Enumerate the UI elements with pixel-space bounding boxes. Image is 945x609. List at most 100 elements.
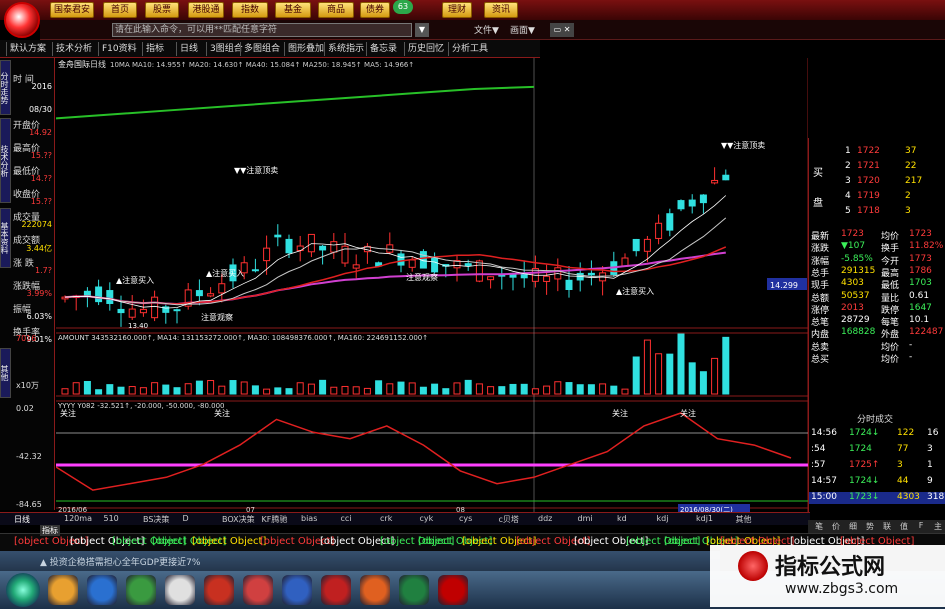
- file-menu[interactable]: 文件▼: [474, 23, 499, 36]
- trades-title[interactable]: 分时成交: [857, 412, 893, 425]
- indicator-tab[interactable]: D: [183, 514, 189, 523]
- bid-row[interactable]: 3 1720 217: [809, 176, 945, 188]
- taskbar-app-icon[interactable]: [165, 575, 195, 605]
- indicator-tab[interactable]: 其他: [736, 514, 752, 525]
- side-tab-0[interactable]: 分时走势: [0, 60, 11, 115]
- menu-item-4[interactable]: 指数: [232, 2, 268, 18]
- indicator-tab[interactable]: cyk: [420, 514, 434, 523]
- bid-row[interactable]: 2 1721 22: [809, 161, 945, 173]
- toolbar-item-1[interactable]: 技术分析: [52, 42, 95, 56]
- indicator-tab-selected[interactable]: 指标: [40, 525, 60, 536]
- view-menu[interactable]: 画面▼: [510, 23, 535, 36]
- bid-price: 1722: [857, 146, 880, 156]
- indicator-tab[interactable]: KF腾驰: [262, 514, 288, 525]
- side-value: 1.7?: [35, 266, 52, 275]
- toolbar-item-0[interactable]: 默认方案: [6, 42, 49, 56]
- volume-unit-label: x10万: [16, 381, 39, 390]
- news-text[interactable]: ▲ 投资企稳搭需担心全年GDP更接近7%: [40, 555, 200, 568]
- right-tab[interactable]: 主: [931, 521, 945, 532]
- toolbar-item-11[interactable]: 分析工具: [448, 42, 491, 56]
- menu-item-9[interactable]: 资讯: [484, 2, 518, 18]
- taskbar-app-icon[interactable]: [126, 575, 156, 605]
- menu-item-2[interactable]: 股票: [145, 2, 179, 18]
- stat-value: 28729: [841, 315, 870, 326]
- taskbar-app-icon[interactable]: [48, 575, 78, 605]
- menu-item-0[interactable]: 国泰君安: [50, 2, 94, 18]
- indicator-tab[interactable]: BS决策: [143, 514, 169, 525]
- quote-side-panel: 分时走势 技术分析 基本资料 其他时 间 2016 08/30 开盘价 14.92 最高价 15.…: [0, 58, 55, 510]
- right-tab[interactable]: 联: [880, 521, 894, 532]
- app-logo-icon[interactable]: [4, 2, 40, 38]
- stat-value: 1723: [841, 229, 864, 239]
- toolbar-item-7[interactable]: 图形叠加: [284, 42, 327, 56]
- toolbar-item-3[interactable]: 指标: [142, 42, 167, 56]
- volume-bar: [397, 381, 405, 395]
- taskbar-app-icon[interactable]: [87, 575, 117, 605]
- menu-item-3[interactable]: 港股通: [188, 2, 224, 18]
- indicator-tab[interactable]: crk: [380, 514, 392, 523]
- side-tab-1[interactable]: 技术分析: [0, 118, 11, 203]
- indicator-tab[interactable]: cci: [341, 514, 352, 523]
- taskbar-app-icon[interactable]: [204, 575, 234, 605]
- volume-bar: [722, 336, 730, 395]
- right-tab[interactable]: F: [914, 521, 928, 530]
- menu-item-5[interactable]: 基金: [275, 2, 311, 18]
- indicator-tab[interactable]: cys: [459, 514, 472, 523]
- toolbar-item-8[interactable]: 系统指示: [324, 42, 367, 56]
- side-tab-3[interactable]: 其他: [0, 348, 11, 398]
- toolbar-item-6[interactable]: 多图组合: [240, 42, 283, 56]
- toolbar-item-10[interactable]: 历史回忆: [404, 42, 447, 56]
- trade-price: 1724: [849, 444, 872, 454]
- volume-bar: [139, 387, 147, 395]
- candle-body: [666, 213, 674, 231]
- indicator-tab[interactable]: 日线: [14, 514, 30, 525]
- indicator-tab[interactable]: c贝塔: [499, 514, 519, 525]
- side-tab-2[interactable]: 基本资料: [0, 208, 11, 268]
- taskbar-app-icon[interactable]: [360, 575, 390, 605]
- volume-bar: [711, 357, 719, 395]
- toolbar-item-9[interactable]: 备忘录: [366, 42, 400, 56]
- stat-value: 2013: [841, 302, 864, 313]
- stat-key: 总笔: [811, 318, 830, 329]
- right-tab[interactable]: 价: [829, 521, 843, 532]
- indicator-tab[interactable]: ddz: [538, 514, 552, 523]
- bid-row[interactable]: 4 1719 2: [809, 191, 945, 203]
- bid-row[interactable]: 1 1722 37: [809, 146, 945, 158]
- menu-item-7[interactable]: 债券: [360, 2, 390, 18]
- taskbar-app-icon[interactable]: [321, 575, 351, 605]
- indicator-tab[interactable]: bias: [301, 514, 317, 523]
- toolbar-item-4[interactable]: 日线: [176, 42, 201, 56]
- chevron-down-icon[interactable]: ▼: [415, 23, 429, 37]
- indicator-tabs: 日线 120ma 510 BS决策 D BOX决策 KF腾驰 bias cci crk cyk cys…: [0, 512, 810, 525]
- notification-badge[interactable]: 63: [393, 0, 413, 14]
- indicator-tab[interactable]: kdj: [657, 514, 669, 523]
- indicator-tab[interactable]: 120ma: [64, 514, 92, 523]
- indicator-tab[interactable]: 510: [104, 514, 119, 523]
- right-tab[interactable]: 势: [863, 521, 877, 532]
- start-button-icon[interactable]: [6, 573, 40, 607]
- command-input[interactable]: 请在此输入命令，可以用**匹配任意字符: [112, 23, 412, 37]
- taskbar-app-icon[interactable]: [438, 575, 468, 605]
- indicator-tab[interactable]: BOX决策: [222, 514, 255, 525]
- taskbar-app-icon[interactable]: [399, 575, 429, 605]
- indicator-tab[interactable]: kdj1: [696, 514, 713, 523]
- menu-item-6[interactable]: 商品: [318, 2, 354, 18]
- top-menu-bar: [0, 0, 945, 20]
- window-controls[interactable]: ▭ ✕: [550, 23, 574, 37]
- indicator-tab[interactable]: kd: [617, 514, 627, 523]
- right-tab[interactable]: 值: [897, 521, 911, 532]
- menu-item-8[interactable]: 理财: [442, 2, 472, 18]
- right-tab[interactable]: 细: [846, 521, 860, 532]
- toolbar-item-2[interactable]: F10资料: [98, 42, 140, 56]
- indicator-tab[interactable]: dmi: [578, 514, 593, 523]
- stock-chart[interactable]: 金舟国际 日线 10MA MA10: 14.955↑ MA20: 14.630↑ M…: [56, 58, 808, 513]
- menu-item-1[interactable]: 首页: [103, 2, 137, 18]
- taskbar-app-icon[interactable]: [243, 575, 273, 605]
- right-tab[interactable]: 笔: [812, 521, 826, 532]
- candle-body: [655, 222, 663, 239]
- volume-bar: [72, 382, 80, 395]
- volume-bar: [173, 387, 181, 395]
- taskbar-app-icon[interactable]: [282, 575, 312, 605]
- bid-row[interactable]: 5 1718 3: [809, 206, 945, 218]
- stat-row: 内盘 168828 外盘 122487: [809, 327, 945, 340]
